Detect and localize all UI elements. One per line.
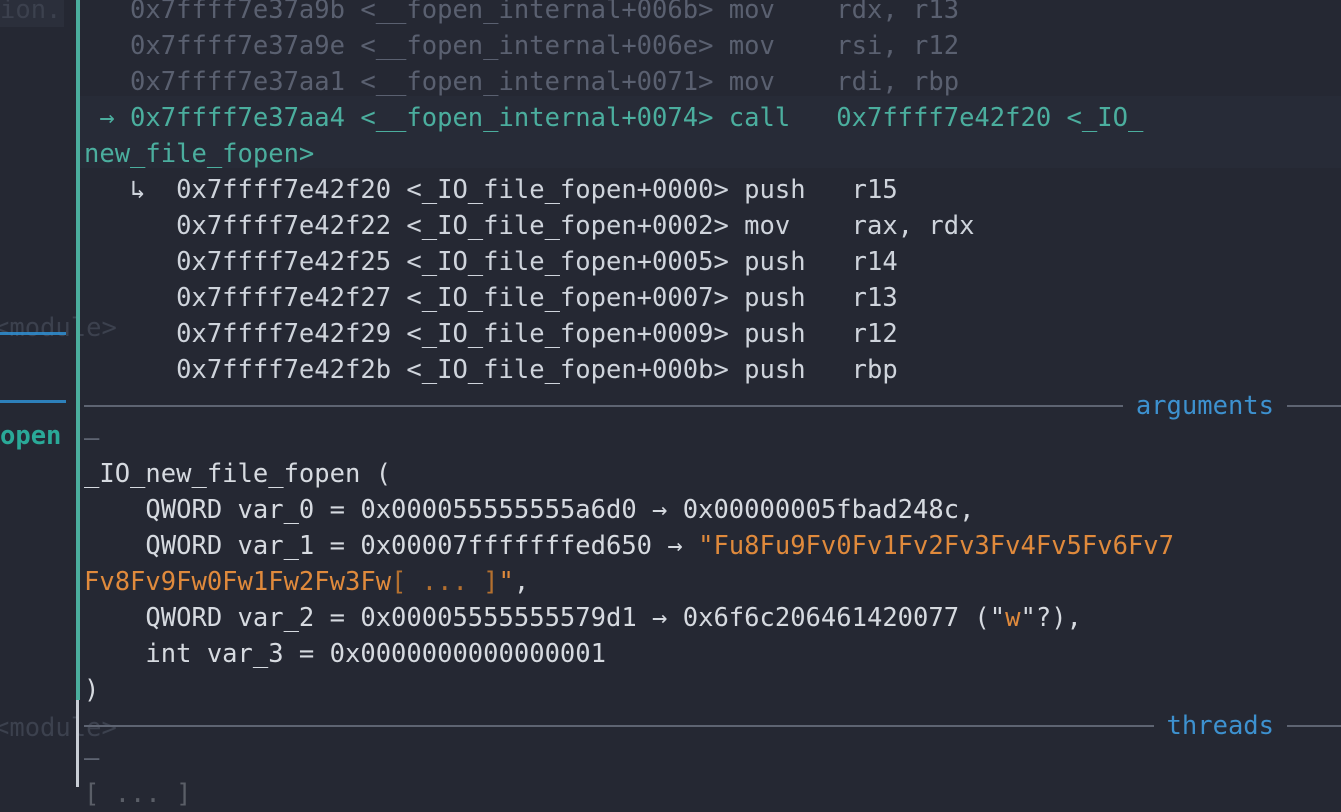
argument-row-var_2[interactable]: QWORD var_2 = 0x00005555555579d1 → 0x6f6… xyxy=(84,600,1082,636)
argument-row-var_1[interactable]: QWORD var_1 = 0x00007fffffffed650 → "Fu8… xyxy=(84,528,1174,564)
argument-var_2-suffix: "?), xyxy=(1020,603,1082,633)
disasm-line-8[interactable]: 0x7ffff7e42f29 <_IO_file_fopen+0009> pus… xyxy=(84,316,898,352)
section-separator-threads: threads xyxy=(84,708,1341,744)
arguments-function-signature-open: _IO_new_file_fopen ( xyxy=(84,459,392,489)
separator-line-left xyxy=(84,405,1123,407)
argument-var_1-string-part1: "Fu8Fu9Fv0Fv1Fv2Fv3Fv4Fv5Fv6Fv7 xyxy=(698,531,1175,561)
disasm-line-1[interactable]: 0x7ffff7e37a9e <__fopen_internal+006e> m… xyxy=(84,28,959,64)
separator-line-left-threads xyxy=(84,725,1154,727)
disasm-line-current[interactable]: → 0x7ffff7e37aa4 <__fopen_internal+0074>… xyxy=(84,100,1143,136)
argument-row-var_1-wrap[interactable]: Fv8Fv9Fw0Fw1Fw2Fw3Fw[ ... ]", xyxy=(84,564,529,600)
disasm-line-6[interactable]: 0x7ffff7e42f25 <_IO_file_fopen+0005> pus… xyxy=(84,244,898,280)
separator-line-right-threads xyxy=(1287,725,1341,727)
argument-var_1-comma: , xyxy=(513,567,530,597)
separator-line-right xyxy=(1287,405,1341,407)
argument-var_1-prefix: QWORD var_1 = 0x00007fffffffed650 → xyxy=(84,531,699,561)
context-accent-bar-top xyxy=(76,0,80,700)
disasm-line-0[interactable]: 0x7ffff7e37a9b <__fopen_internal+006b> m… xyxy=(84,0,959,28)
arguments-function-signature-close: ) xyxy=(84,675,100,705)
argument-row-var_3[interactable]: int var_3 = 0x0000000000000001 xyxy=(84,636,606,672)
section-separator-arguments: arguments xyxy=(84,388,1341,424)
threads-first-row[interactable]: [ ... ] xyxy=(84,776,191,812)
disasm-line-2[interactable]: 0x7ffff7e37aa1 <__fopen_internal+0071> m… xyxy=(84,64,959,100)
disasm-line-5[interactable]: 0x7ffff7e42f22 <_IO_file_fopen+0002> mov… xyxy=(84,208,974,244)
argument-row-var_0[interactable]: QWORD var_0 = 0x000055555555a6d0 → 0x000… xyxy=(84,492,974,528)
section-label-arguments: arguments xyxy=(1135,391,1274,421)
disasm-line-current-wrap[interactable]: new_file_fopen> xyxy=(84,136,314,172)
argument-var_2-char: w xyxy=(1005,603,1021,633)
arguments-leading-dash: — xyxy=(84,423,100,453)
argument-var_1-string-close: " xyxy=(498,567,514,597)
gdb-context-panel: 0x7ffff7e37a9b <__fopen_internal+006b> m… xyxy=(0,0,1341,809)
threads-leading-dash: — xyxy=(84,743,100,773)
disasm-line-7[interactable]: 0x7ffff7e42f27 <_IO_file_fopen+0007> pus… xyxy=(84,280,898,316)
section-label-threads: threads xyxy=(1166,711,1274,741)
argument-var_1-string-ellipsis: [ ... ] xyxy=(391,567,499,597)
context-accent-bar-bottom xyxy=(76,700,79,787)
disasm-line-9[interactable]: 0x7ffff7e42f2b <_IO_file_fopen+000b> pus… xyxy=(84,352,898,388)
argument-var_2-prefix: QWORD var_2 = 0x00005555555579d1 → 0x6f6… xyxy=(84,603,1006,633)
argument-var_0-text: QWORD var_0 = 0x000055555555a6d0 → 0x000… xyxy=(84,495,975,525)
disasm-line-4[interactable]: ↳ 0x7ffff7e42f20 <_IO_file_fopen+0000> p… xyxy=(84,172,898,208)
argument-var_1-string-part2: Fv8Fv9Fw0Fw1Fw2Fw3Fw xyxy=(84,567,392,597)
